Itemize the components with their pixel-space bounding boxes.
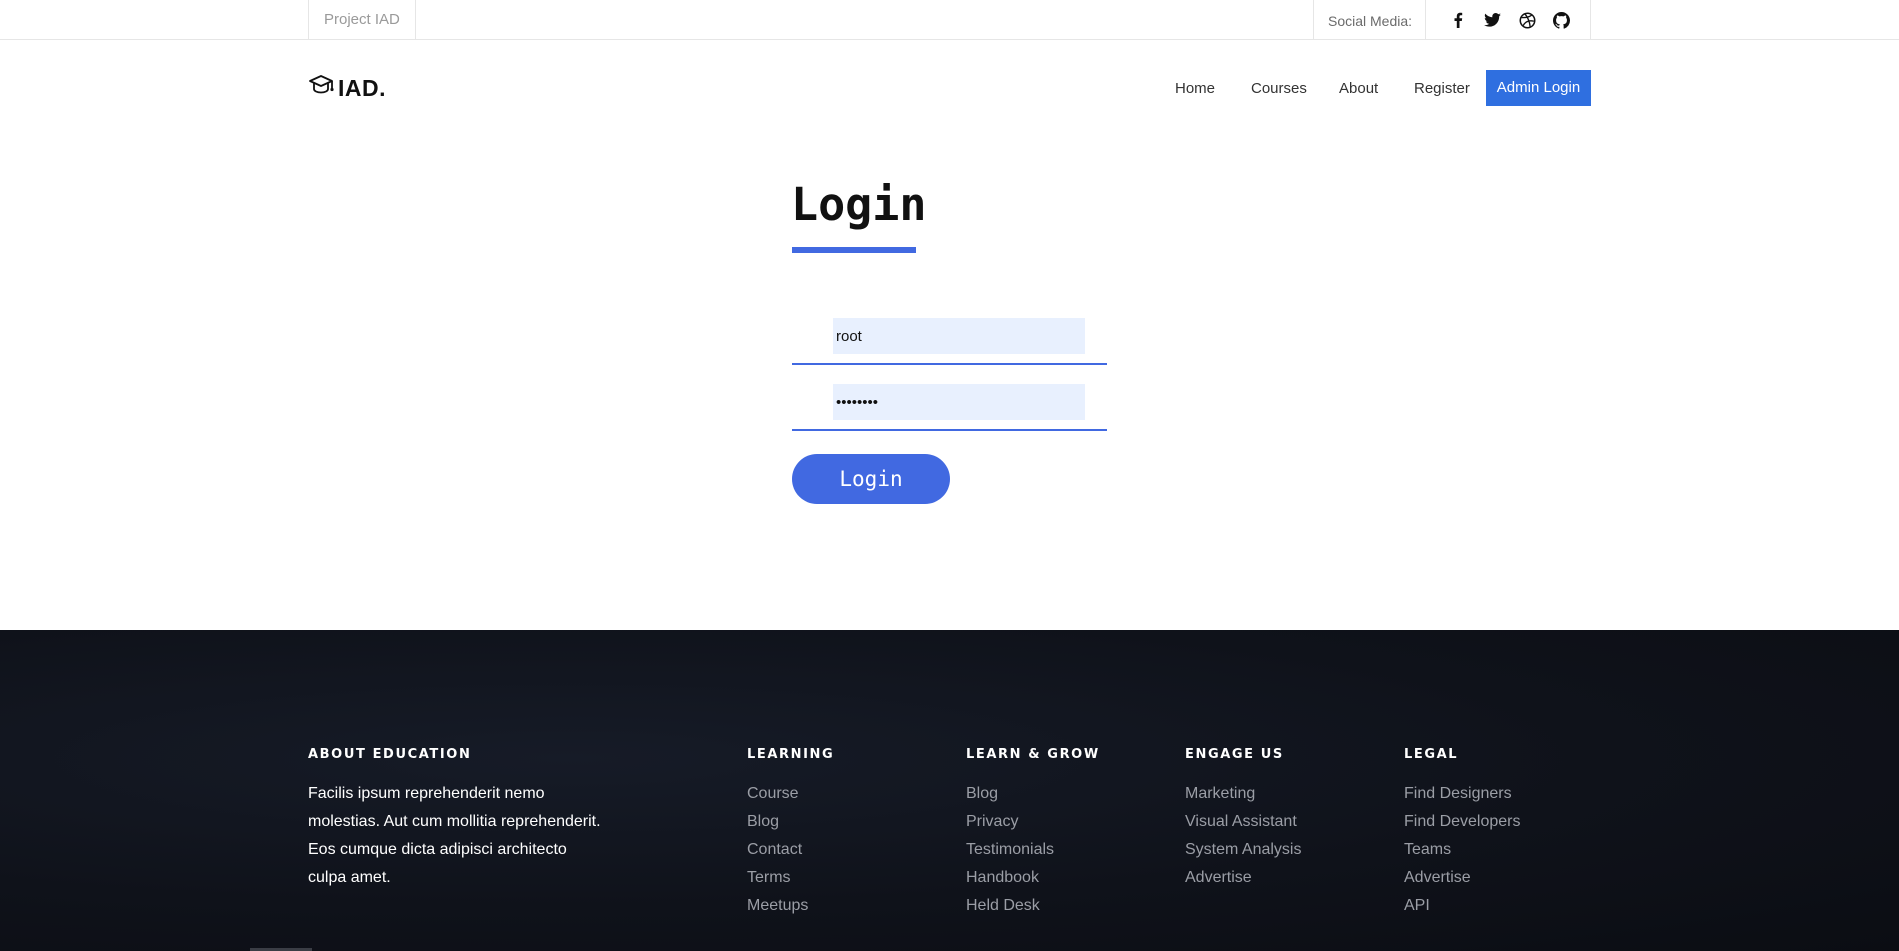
footer-heading: LEARNING bbox=[747, 747, 835, 762]
password-field-wrapper bbox=[792, 384, 1107, 431]
footer-link[interactable]: Course bbox=[747, 780, 834, 808]
nav-home[interactable]: Home bbox=[1175, 80, 1215, 97]
divider bbox=[1425, 0, 1426, 40]
footer-link[interactable]: Marketing bbox=[1185, 780, 1301, 808]
social-media-bar: Social Media: bbox=[1313, 0, 1591, 40]
footer-link[interactable]: Blog bbox=[747, 808, 834, 836]
username-input[interactable] bbox=[833, 318, 1085, 354]
site-logo[interactable]: IAD. bbox=[308, 74, 386, 102]
footer-column-learn-grow: LEARN & GROW Blog Privacy Testimonials H… bbox=[966, 747, 1100, 920]
nav-register[interactable]: Register bbox=[1414, 80, 1470, 97]
nav-about[interactable]: About bbox=[1339, 80, 1378, 97]
footer-link[interactable]: Teams bbox=[1404, 836, 1521, 864]
footer-link[interactable]: Blog bbox=[966, 780, 1100, 808]
site-footer: ABOUT EDUCATION Facilis ipsum reprehende… bbox=[0, 630, 1899, 951]
footer-link[interactable]: System Analysis bbox=[1185, 836, 1301, 864]
footer-link[interactable]: API bbox=[1404, 892, 1521, 920]
footer-column-learning: LEARNING Course Blog Contact Terms Meetu… bbox=[747, 747, 834, 920]
footer-link[interactable]: Advertise bbox=[1185, 864, 1301, 892]
nav-courses[interactable]: Courses bbox=[1251, 80, 1307, 97]
footer-link[interactable]: Advertise bbox=[1404, 864, 1521, 892]
footer-link[interactable]: Meetups bbox=[747, 892, 834, 920]
footer-link[interactable]: Contact bbox=[747, 836, 834, 864]
dribbble-icon[interactable] bbox=[1518, 11, 1536, 29]
facebook-icon[interactable] bbox=[1449, 11, 1467, 29]
footer-link[interactable]: Visual Assistant bbox=[1185, 808, 1301, 836]
footer-link[interactable]: Held Desk bbox=[966, 892, 1100, 920]
footer-heading: LEGAL bbox=[1404, 747, 1459, 762]
footer-column-legal: LEGAL Find Designers Find Developers Tea… bbox=[1404, 747, 1521, 920]
footer-heading: ABOUT EDUCATION bbox=[308, 747, 472, 762]
footer-heading: LEARN & GROW bbox=[966, 747, 1100, 762]
project-label: Project IAD bbox=[308, 0, 416, 40]
password-input[interactable] bbox=[833, 384, 1085, 420]
footer-column-engage-us: ENGAGE US Marketing Visual Assistant Sys… bbox=[1185, 747, 1301, 892]
footer-about-text: Facilis ipsum reprehenderit nemo molesti… bbox=[308, 785, 601, 886]
twitter-icon[interactable] bbox=[1483, 11, 1501, 29]
footer-link[interactable]: Handbook bbox=[966, 864, 1100, 892]
footer-link[interactable]: Testimonials bbox=[966, 836, 1100, 864]
footer-link[interactable]: Terms bbox=[747, 864, 834, 892]
footer-link[interactable]: Find Designers bbox=[1404, 780, 1521, 808]
username-field-wrapper bbox=[792, 318, 1107, 365]
top-bar: Project IAD Social Media: bbox=[0, 0, 1899, 40]
footer-link[interactable]: Privacy bbox=[966, 808, 1100, 836]
admin-login-button[interactable]: Admin Login bbox=[1486, 70, 1591, 106]
github-icon[interactable] bbox=[1552, 11, 1570, 29]
title-underline bbox=[792, 247, 916, 253]
social-media-label: Social Media: bbox=[1328, 13, 1413, 29]
login-title: Login bbox=[791, 178, 927, 231]
graduation-cap-icon bbox=[308, 74, 336, 103]
footer-heading: ENGAGE US bbox=[1185, 747, 1284, 762]
footer-link[interactable]: Find Developers bbox=[1404, 808, 1521, 836]
logo-text: IAD. bbox=[338, 74, 386, 101]
login-button[interactable]: Login bbox=[792, 454, 950, 504]
footer-about: ABOUT EDUCATION Facilis ipsum reprehende… bbox=[308, 747, 608, 892]
